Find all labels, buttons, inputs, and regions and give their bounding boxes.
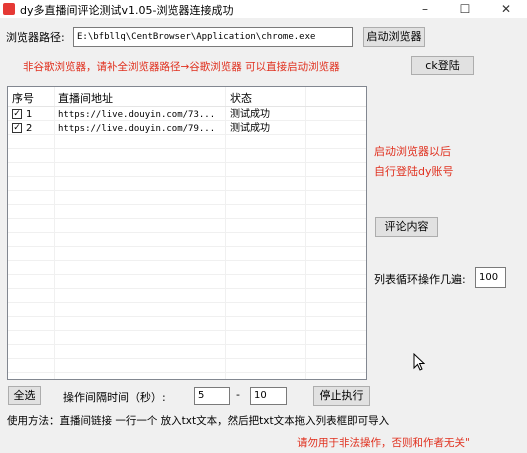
login-note-line1: 启动浏览器以后 <box>374 145 451 158</box>
list-header: 序号 直播间地址 状态 <box>8 87 366 107</box>
row-checkbox[interactable]: ✓ <box>12 109 22 119</box>
interval-label: 操作间隔时间（秒）: <box>63 391 166 404</box>
maximize-button[interactable]: ☐ <box>450 0 480 18</box>
row-checkbox[interactable]: ✓ <box>12 123 22 133</box>
title-bar: dy多直播间评论测试v1.05-浏览器连接成功 – ☐ ✕ <box>0 0 527 18</box>
browser-path-input[interactable]: E:\bfbllq\CentBrowser\Application\chrome… <box>73 27 353 47</box>
loop-count-label: 列表循环操作几遍: <box>374 273 466 286</box>
mouse-cursor-icon <box>413 353 425 371</box>
select-all-button[interactable]: 全选 <box>8 386 41 405</box>
row-index: 2 <box>26 123 33 134</box>
column-header-url[interactable]: 直播间地址 <box>58 90 113 106</box>
row-status: 测试成功 <box>230 109 270 120</box>
ck-login-button[interactable]: ck登陆 <box>411 56 474 75</box>
close-button[interactable]: ✕ <box>491 0 521 18</box>
interval-max-input[interactable]: 10 <box>250 387 287 405</box>
column-header-index[interactable]: 序号 <box>12 90 34 106</box>
comment-content-button[interactable]: 评论内容 <box>375 217 438 237</box>
login-note-line2: 自行登陆dy账号 <box>374 165 454 178</box>
row-url: https://live.douyin.com/79... <box>58 124 216 134</box>
launch-browser-button[interactable]: 启动浏览器 <box>363 27 425 47</box>
loop-count-input[interactable]: 100 <box>475 267 506 288</box>
row-url: https://live.douyin.com/73... <box>58 110 216 120</box>
legal-warning: 请勿用于非法操作，否则和作者无关" <box>297 437 470 449</box>
usage-instructions: 使用方法：直播间链接 一行一个 放入txt文本，然后把txt文本拖入列表框即可导… <box>7 415 390 427</box>
table-row[interactable]: ✓ 1 https://live.douyin.com/73... 测试成功 <box>8 108 366 122</box>
table-row[interactable]: ✓ 2 https://live.douyin.com/79... 测试成功 <box>8 122 366 136</box>
live-room-list[interactable]: 序号 直播间地址 状态 ✓ 1 https://live.douyin.com/… <box>7 86 367 380</box>
row-status: 测试成功 <box>230 123 270 134</box>
interval-min-input[interactable]: 5 <box>194 387 230 405</box>
column-header-status[interactable]: 状态 <box>230 90 252 106</box>
minimize-button[interactable]: – <box>410 0 440 18</box>
app-icon <box>3 3 15 15</box>
browser-hint-text: 非谷歌浏览器，请补全浏览器路径→谷歌浏览器 可以直接启动浏览器 <box>23 61 340 73</box>
stop-execution-button[interactable]: 停止执行 <box>313 386 370 406</box>
browser-path-label: 浏览器路径: <box>6 31 65 44</box>
row-index: 1 <box>26 109 33 120</box>
window-title: dy多直播间评论测试v1.05-浏览器连接成功 <box>20 4 234 17</box>
interval-dash: - <box>236 388 240 401</box>
